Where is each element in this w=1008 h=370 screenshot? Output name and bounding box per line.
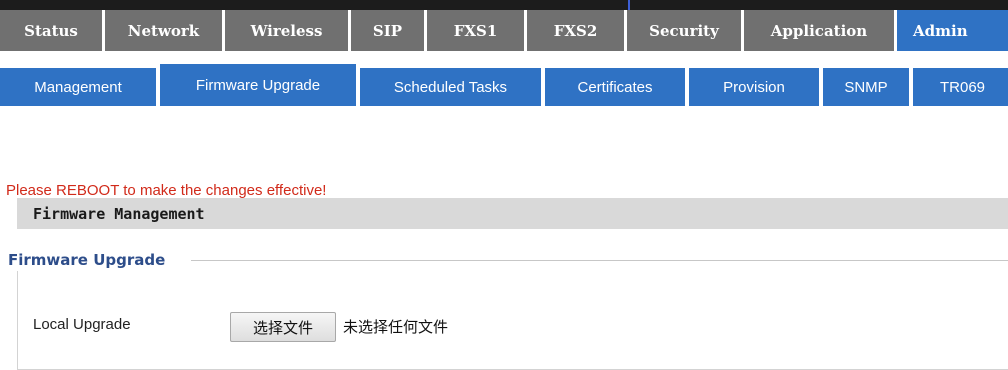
- main-tabs: Status Network Wireless SIP FXS1 FXS2 Se…: [0, 10, 1008, 51]
- subtab-firmware-upgrade[interactable]: Firmware Upgrade: [160, 64, 356, 106]
- section-title: Firmware Management: [33, 204, 205, 223]
- tab-status[interactable]: Status: [0, 10, 102, 51]
- local-upgrade-label: Local Upgrade: [33, 316, 131, 333]
- choose-file-button[interactable]: 选择文件: [230, 312, 336, 342]
- fieldset-divider: [191, 259, 1008, 261]
- fieldset-legend-row: Firmware Upgrade: [8, 248, 1008, 272]
- subtab-provision[interactable]: Provision: [689, 68, 819, 106]
- subtab-certificates[interactable]: Certificates: [545, 68, 685, 106]
- subtab-tr069[interactable]: TR069: [913, 68, 1008, 106]
- tab-fxs1[interactable]: FXS1: [427, 10, 524, 51]
- subtab-scheduled-tasks[interactable]: Scheduled Tasks: [360, 68, 541, 106]
- top-strip-accent: [628, 0, 630, 10]
- tab-wireless[interactable]: Wireless: [225, 10, 348, 51]
- tab-admin[interactable]: Admin: [897, 10, 1008, 51]
- tab-fxs2[interactable]: FXS2: [527, 10, 624, 51]
- tab-application[interactable]: Application: [744, 10, 894, 51]
- section-header: Firmware Management: [17, 198, 1008, 229]
- tab-network[interactable]: Network: [105, 10, 222, 51]
- top-strip: [0, 0, 1008, 10]
- tab-sip[interactable]: SIP: [351, 10, 424, 51]
- fieldset-legend: Firmware Upgrade: [8, 251, 166, 269]
- sub-tabs: Management Firmware Upgrade Scheduled Ta…: [0, 51, 1008, 111]
- file-status-text: 未选择任何文件: [343, 318, 449, 336]
- subtab-snmp[interactable]: SNMP: [823, 68, 909, 106]
- tab-security[interactable]: Security: [627, 10, 741, 51]
- firmware-upgrade-fieldset: [17, 271, 1008, 370]
- reboot-notice: Please REBOOT to make the changes effect…: [6, 182, 327, 199]
- subtab-management[interactable]: Management: [0, 68, 156, 106]
